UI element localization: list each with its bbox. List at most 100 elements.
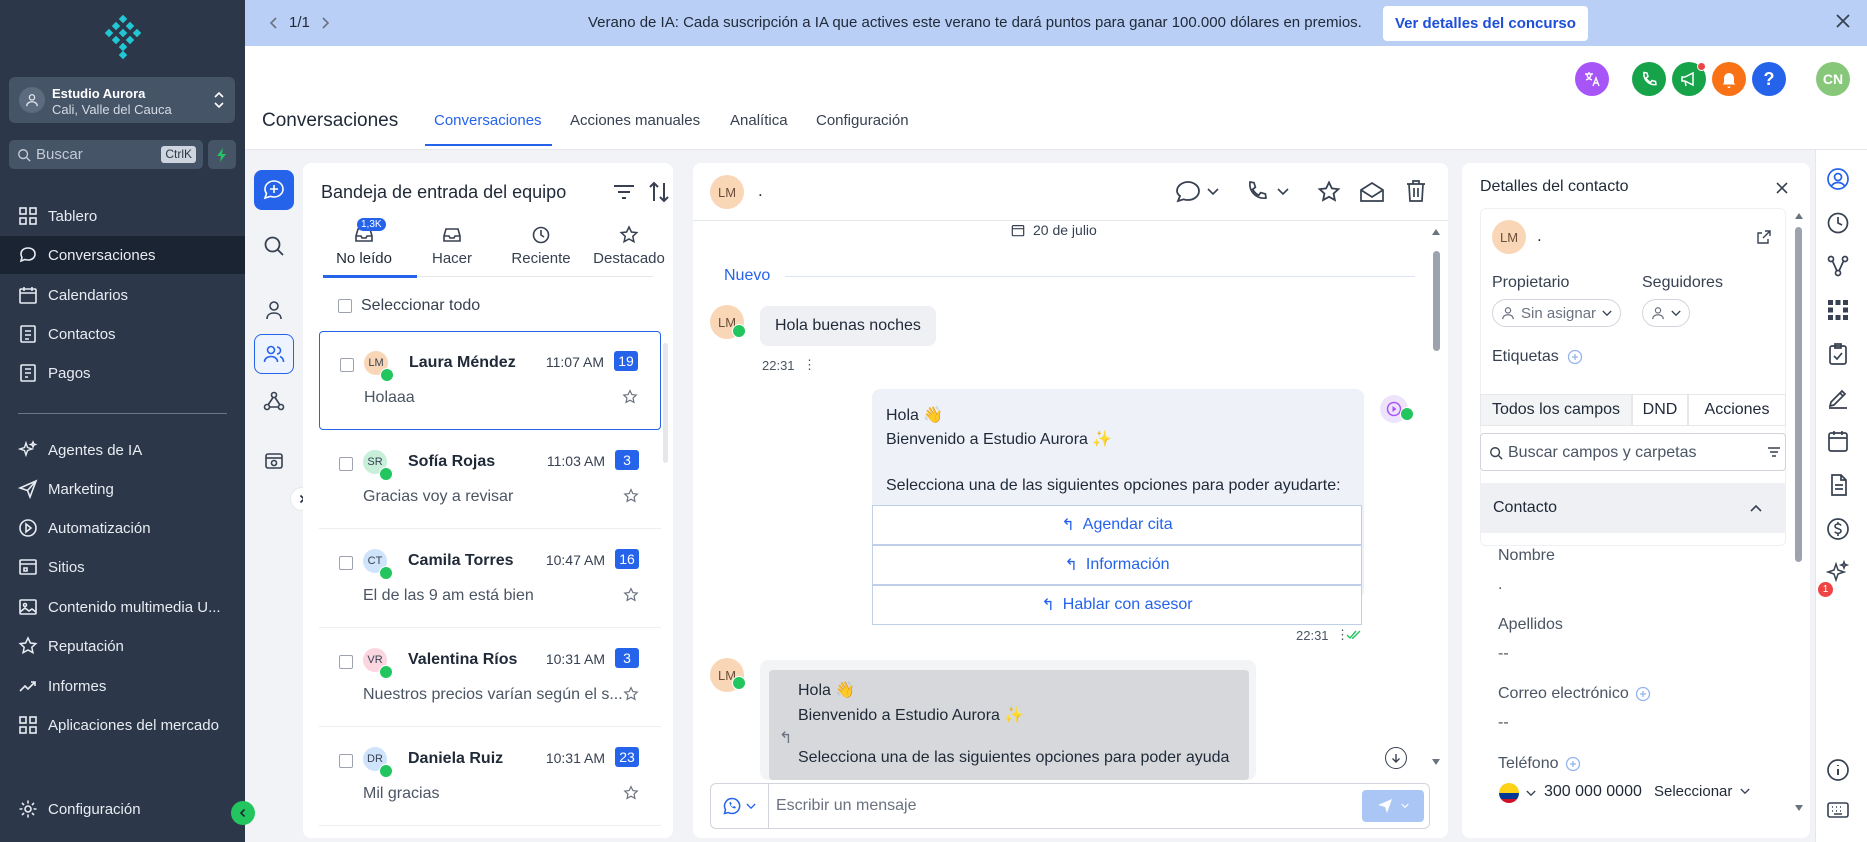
conversation-item[interactable]: DR Daniela Ruiz 10:31 AM 23 Mil gracias (319, 728, 661, 826)
segment-dnd[interactable]: DND (1632, 394, 1688, 426)
conversation-checkbox[interactable] (339, 754, 353, 768)
followers-select[interactable] (1642, 299, 1690, 327)
sidebar-item-sitios[interactable]: Sitios (0, 548, 245, 586)
country-select[interactable] (1498, 782, 1536, 804)
conversation-item[interactable]: CT Camila Torres 10:47 AM 16 El de las 9… (319, 530, 661, 628)
user-avatar[interactable]: CN (1816, 62, 1850, 96)
keyboard-icon[interactable] (1826, 798, 1850, 822)
integrations-icon[interactable] (1826, 298, 1850, 322)
field-value-correo[interactable]: -- (1498, 714, 1509, 732)
external-link-icon[interactable] (1756, 229, 1772, 245)
quick-action-button[interactable] (208, 140, 236, 169)
notifications-button[interactable] (1712, 62, 1746, 96)
sidebar-item-tablero[interactable]: Tablero (0, 197, 245, 235)
add-tag-icon[interactable] (1567, 349, 1583, 365)
scroll-down-icon[interactable] (1794, 804, 1804, 812)
owner-select[interactable]: Sin asignar (1492, 299, 1622, 327)
add-icon[interactable] (1565, 756, 1581, 772)
conversation-checkbox[interactable] (339, 556, 353, 570)
add-icon[interactable] (1635, 686, 1651, 702)
app-logo[interactable] (104, 14, 142, 60)
sparkle-icon[interactable] (1826, 560, 1850, 584)
contact-profile-icon[interactable] (1826, 167, 1850, 191)
team-inbox-button[interactable] (254, 334, 294, 374)
channel-dropdown[interactable] (1175, 180, 1219, 204)
conversation-checkbox[interactable] (339, 655, 353, 669)
help-button[interactable]: ? (1752, 62, 1786, 96)
history-icon[interactable] (1826, 211, 1850, 235)
scroll-up-icon[interactable] (1794, 212, 1804, 220)
select-all-checkbox[interactable] (338, 299, 352, 313)
quick-reply-hablar-asesor[interactable]: ↰ Hablar con asesor (872, 585, 1362, 625)
tab-reciente[interactable]: Reciente (496, 223, 586, 267)
quick-reply-agendar-cita[interactable]: ↰ Agendar cita (872, 505, 1362, 545)
quick-reply-informacion[interactable]: ↰ Información (872, 545, 1362, 585)
field-value-nombre[interactable]: . (1498, 576, 1502, 594)
filter-button[interactable] (612, 181, 636, 203)
chat-contact-avatar[interactable]: LM (710, 175, 744, 209)
chat-scrollbar[interactable] (1433, 251, 1440, 351)
sidebar-item-contenido-multimedia[interactable]: Contenido multimedia U... (0, 588, 245, 626)
conversation-checkbox[interactable] (339, 457, 353, 471)
my-conversations-button[interactable] (254, 290, 294, 330)
composer-input[interactable]: Escribir un mensaje (776, 797, 917, 815)
conversation-item[interactable]: SR Sofía Rojas 11:03 AM 3 Gracias voy a … (319, 431, 661, 529)
scroll-down-icon[interactable] (1431, 758, 1441, 766)
chevron-right-icon[interactable] (320, 16, 330, 30)
payment-icon[interactable] (1826, 517, 1850, 541)
info-icon[interactable] (1826, 758, 1850, 782)
sidebar-item-automatizacion[interactable]: Automatización (0, 509, 245, 547)
chevron-left-icon[interactable] (269, 16, 279, 30)
new-message-button[interactable] (254, 170, 294, 210)
tab-hacer[interactable]: Hacer (407, 223, 497, 267)
account-switcher[interactable]: Estudio Aurora Cali, Valle del Cauca (9, 77, 235, 123)
tasks-icon[interactable] (1826, 342, 1850, 366)
archive-button[interactable] (254, 441, 294, 481)
sidebar-item-calendarios[interactable]: Calendarios (0, 276, 245, 314)
notes-icon[interactable] (1826, 386, 1850, 410)
conversation-item[interactable]: VR Valentina Ríos 10:31 AM 3 Nuestros pr… (319, 629, 661, 727)
banner-cta-button[interactable]: Ver detalles del concurso (1383, 6, 1588, 41)
scroll-to-bottom-button[interactable] (1385, 747, 1407, 769)
star-icon[interactable] (623, 686, 639, 702)
phone-type-select[interactable]: Seleccionar (1654, 783, 1751, 800)
tab-conversaciones[interactable]: Conversaciones (434, 112, 542, 129)
collapse-sidebar-button[interactable] (231, 801, 255, 825)
star-icon[interactable] (623, 785, 639, 801)
sidebar-item-conversaciones[interactable]: Conversaciones (0, 236, 245, 274)
conversation-item[interactable]: LM Laura Méndez 11:07 AM 19 Holaaa (319, 331, 661, 430)
announcements-button[interactable] (1672, 62, 1706, 96)
sidebar-item-configuracion[interactable]: Configuración (0, 790, 245, 828)
document-icon[interactable] (1826, 473, 1850, 497)
scroll-up-icon[interactable] (1431, 228, 1441, 236)
fields-search[interactable]: Buscar campos y carpetas (1480, 433, 1786, 471)
segment-acciones[interactable]: Acciones (1688, 394, 1786, 426)
star-icon[interactable] (623, 587, 639, 603)
section-contacto[interactable]: Contacto (1480, 483, 1786, 533)
sidebar-item-contactos[interactable]: Contactos (0, 315, 245, 353)
calendar-icon[interactable] (1826, 429, 1850, 453)
call-dropdown[interactable] (1245, 180, 1289, 204)
close-icon[interactable] (1776, 182, 1788, 194)
filter-icon[interactable] (1767, 446, 1781, 458)
segment-todos-campos[interactable]: Todos los campos (1480, 394, 1632, 426)
tab-destacado[interactable]: Destacado (584, 223, 674, 267)
conversation-checkbox[interactable] (340, 358, 354, 372)
star-icon[interactable] (1317, 180, 1341, 204)
sidebar-item-aplicaciones[interactable]: Aplicaciones del mercado (0, 706, 245, 744)
channels-button[interactable] (254, 381, 294, 421)
close-banner-button[interactable] (1835, 13, 1851, 29)
sidebar-search[interactable]: Buscar CtrlK (9, 140, 203, 169)
send-button[interactable] (1362, 790, 1424, 822)
tab-acciones-manuales[interactable]: Acciones manuales (570, 112, 700, 129)
sidebar-item-reputacion[interactable]: Reputación (0, 627, 245, 665)
sidebar-item-pagos[interactable]: Pagos (0, 354, 245, 392)
sidebar-item-agentes-ia[interactable]: Agentes de IA (0, 431, 245, 469)
search-conversations-button[interactable] (254, 226, 294, 266)
list-scrollbar[interactable] (663, 343, 668, 463)
details-scrollbar[interactable] (1795, 227, 1802, 562)
message-menu-icon[interactable]: ⋮ (803, 357, 816, 373)
composer-channel-select[interactable] (711, 784, 769, 828)
sidebar-item-informes[interactable]: Informes (0, 667, 245, 705)
phone-value[interactable]: 300 000 0000 (1544, 783, 1642, 801)
